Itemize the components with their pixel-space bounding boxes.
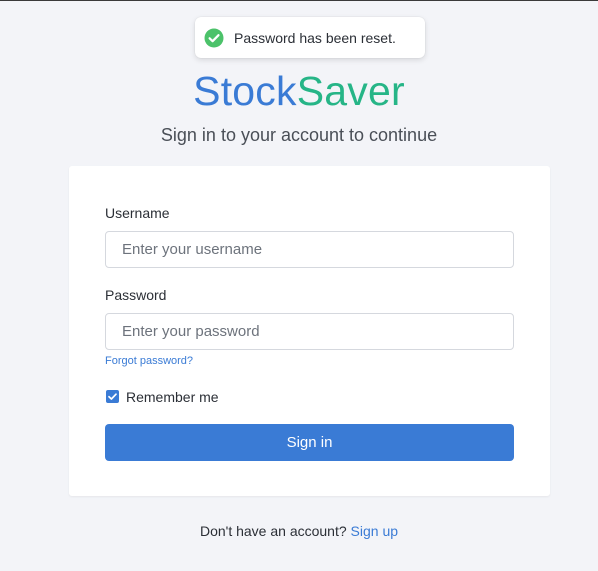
success-toast: Password has been reset. <box>195 17 425 58</box>
brand-logo-part-2: Saver <box>296 68 405 114</box>
remember-me-label[interactable]: Remember me <box>126 389 219 405</box>
top-divider <box>0 0 598 1</box>
signup-prompt-text: Don't have an account? <box>199 523 347 539</box>
sign-up-link[interactable]: Sign up <box>351 523 398 539</box>
remember-me-checkbox[interactable] <box>106 390 119 403</box>
checkmark-icon <box>108 393 117 400</box>
password-input[interactable] <box>105 313 514 350</box>
toast-message: Password has been reset. <box>234 29 396 46</box>
password-label: Password <box>105 287 167 303</box>
forgot-password-link[interactable]: Forgot password? <box>105 355 193 367</box>
signup-prompt: Don't have an account? Sign up <box>0 523 598 539</box>
username-label: Username <box>105 205 170 221</box>
username-input[interactable] <box>105 231 514 268</box>
check-circle-icon <box>204 28 224 48</box>
sign-in-button[interactable]: Sign in <box>105 424 514 461</box>
page-subtitle: Sign in to your account to continue <box>160 125 438 145</box>
brand-logo: StockSaver <box>0 66 598 116</box>
brand-logo-part-1: Stock <box>193 68 297 114</box>
